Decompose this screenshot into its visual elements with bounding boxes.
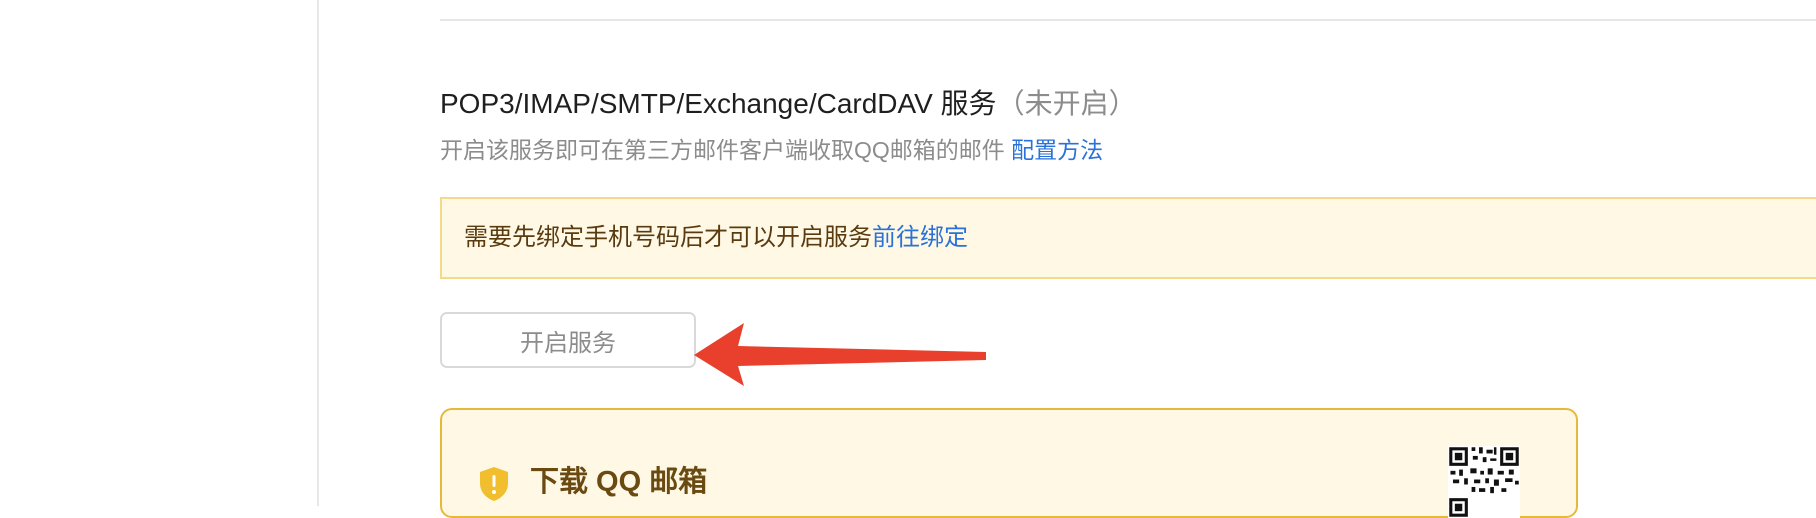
phone-binding-notice: 需要先绑定手机号码后才可以开启服务前往绑定 [440, 197, 1816, 279]
service-title-text: POP3/IMAP/SMTP/Exchange/CardDAV 服务 [440, 88, 997, 119]
section-divider [440, 19, 1816, 21]
config-method-link[interactable]: 配置方法 [1011, 137, 1103, 163]
download-card: 下载 QQ 邮箱 [440, 408, 1578, 518]
enable-service-button[interactable]: 开启服务 [440, 312, 696, 368]
service-description: 开启该服务即可在第三方邮件客户端收取QQ邮箱的邮件 配置方法 [440, 134, 1103, 166]
bind-phone-link[interactable]: 前往绑定 [872, 224, 968, 251]
sidebar-divider [317, 0, 319, 506]
notice-message: 需要先绑定手机号码后才可以开启服务前往绑定 [464, 222, 968, 254]
notice-text: 需要先绑定手机号码后才可以开启服务 [464, 224, 872, 251]
service-description-text: 开启该服务即可在第三方邮件客户端收取QQ邮箱的邮件 [440, 137, 1005, 163]
qr-code-icon [1448, 446, 1520, 518]
shield-icon [480, 467, 508, 501]
download-title: 下载 QQ 邮箱 [530, 466, 708, 498]
service-title: POP3/IMAP/SMTP/Exchange/CardDAV 服务（未开启） [440, 86, 1137, 122]
red-arrow-icon [694, 323, 986, 386]
service-status: （未开启） [996, 88, 1137, 119]
